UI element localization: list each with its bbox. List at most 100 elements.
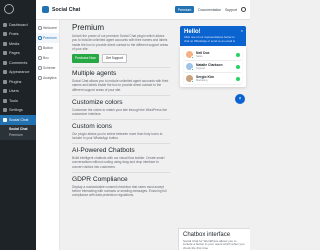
- sidebar-item-label: Users: [9, 89, 19, 94]
- menu-item-icon: [3, 32, 7, 37]
- page-title: Premium: [72, 23, 105, 32]
- plugin-nav-item[interactable]: Scheme: [36, 63, 59, 73]
- agent-card[interactable]: Natalie Clarkson Support: [184, 61, 242, 72]
- plugin-nav-item[interactable]: Button: [36, 43, 59, 53]
- menu-item-icon: [3, 22, 7, 27]
- section-divider: [72, 119, 170, 120]
- sidebar-item[interactable]: Users: [0, 87, 36, 97]
- section-title: Customize colors: [72, 98, 123, 106]
- premium-description: Unlock the power of our premium Social C…: [72, 34, 168, 51]
- menu-item-icon: [3, 41, 7, 46]
- purchase-button[interactable]: Purchase Now: [72, 54, 99, 63]
- premium-button[interactable]: Premium: [174, 6, 195, 13]
- plugin-nav-item[interactable]: Analytics: [36, 73, 59, 83]
- section-title: GDPR Compliance: [72, 175, 128, 183]
- wp-admin-sidebar: Dashboard Posts Media Pages Comments Appearan…: [0, 0, 36, 250]
- menu-item-icon: [3, 79, 7, 84]
- sidebar-item[interactable]: Settings: [0, 106, 36, 116]
- whatsapp-icon: [236, 52, 240, 57]
- online-status-icon: [191, 80, 194, 83]
- plugin-nav-item[interactable]: Premium: [36, 33, 59, 43]
- avatar: [186, 51, 194, 59]
- nav-item-icon: [38, 56, 42, 60]
- menu-item-icon: [3, 51, 7, 56]
- close-icon[interactable]: ×: [241, 28, 243, 33]
- sidebar-subitem[interactable]: Premium: [0, 132, 36, 139]
- plugin-nav-item[interactable]: Welcome: [36, 23, 59, 33]
- online-status-icon: [191, 56, 194, 59]
- chat-body: Neil Doe Sales Natalie Clarkson Support Serg…: [180, 46, 246, 87]
- section-title: Multiple agents: [72, 70, 117, 78]
- sidebar-item[interactable]: Tools: [0, 96, 36, 106]
- plugin-nav-label: Box: [43, 56, 49, 60]
- section-text: Our plugin allows you to select between …: [72, 131, 163, 141]
- support-link[interactable]: Support: [225, 8, 237, 12]
- section-divider: [72, 143, 170, 145]
- avatar: [186, 75, 194, 83]
- docs-link[interactable]: Documentation: [198, 8, 221, 12]
- plugin-nav-label: Premium: [43, 36, 57, 40]
- sidebar-item[interactable]: Plugins: [0, 77, 36, 87]
- sidebar-item-label: Pages: [9, 51, 20, 56]
- section-divider: [72, 66, 170, 68]
- nav-item-icon: [38, 36, 42, 40]
- chatbox-preview: Hello! Click one of our representatives …: [180, 26, 246, 88]
- social-chat-logo-icon: [42, 6, 49, 13]
- sidebar-item-label: Settings: [9, 108, 23, 113]
- menu-item-icon: [3, 70, 7, 75]
- section-title: AI-Powered Chatbots: [72, 147, 135, 155]
- section-title: Custom icons: [72, 122, 112, 130]
- sidebar-item-label: Media: [9, 41, 20, 46]
- agent-role: Support: [196, 67, 206, 70]
- plugin-nav-label: Scheme: [43, 66, 56, 70]
- chatbox-interface-card: Chatbox interface Social Chat for WordPr…: [178, 228, 250, 250]
- plugin-nav: Welcome Premium Button Box Scheme Analytics: [36, 20, 60, 250]
- sidebar-item[interactable]: Comments: [0, 58, 36, 68]
- plugin-nav-label: Welcome: [43, 26, 58, 30]
- agent-role: Marketing: [196, 79, 208, 82]
- card-text: Social Chat for WordPress allows you to …: [183, 238, 245, 250]
- sidebar-item[interactable]: Dashboard: [0, 20, 36, 30]
- sidebar-item[interactable]: Appearance: [0, 68, 36, 78]
- agent-info: Natalie Clarkson Support: [196, 63, 223, 70]
- chat-toggle-button[interactable]: ×: [235, 94, 245, 104]
- avatar: [186, 63, 194, 71]
- section-divider: [72, 95, 170, 96]
- whatsapp-icon: [236, 64, 240, 69]
- plugin-nav-label: Analytics: [43, 76, 57, 80]
- plugin-nav-label: Button: [43, 46, 53, 50]
- whatsapp-icon: [236, 76, 240, 81]
- premium-content: Premium Unlock the power of our premium …: [66, 20, 174, 250]
- menu-item-icon: [3, 89, 7, 94]
- sidebar-item-label: Comments: [9, 60, 28, 65]
- chat-subtitle: Click one of our representatives below t…: [184, 35, 236, 43]
- get-support-button[interactable]: Get Support: [101, 54, 127, 63]
- menu-item-icon: [3, 60, 7, 65]
- sidebar-item[interactable]: Pages: [0, 49, 36, 59]
- agent-role: Sales: [196, 55, 203, 58]
- agent-card[interactable]: Neil Doe Sales: [184, 49, 242, 60]
- plugin-nav-item[interactable]: Box: [36, 53, 59, 63]
- sidebar-item[interactable]: Posts: [0, 30, 36, 40]
- sidebar-item[interactable]: Social Chat: [0, 115, 36, 125]
- card-title: Chatbox interface: [183, 232, 231, 238]
- nav-item-icon: [38, 46, 42, 50]
- nav-item-icon: [38, 26, 42, 30]
- header-actions: Premium Documentation Support: [174, 6, 246, 13]
- section-text: Display a customizable consent checkbox …: [72, 184, 167, 198]
- section-divider: [72, 171, 170, 173]
- sidebar-item-label: Dashboard: [9, 22, 28, 27]
- agent-card[interactable]: Sergio Kim Marketing: [184, 73, 242, 84]
- wordpress-logo-icon[interactable]: [4, 4, 14, 14]
- sidebar-item-label: Social Chat: [9, 117, 29, 122]
- online-status-icon: [191, 68, 194, 71]
- sidebar-item[interactable]: Media: [0, 39, 36, 49]
- section-text: Customize the colors to match your site …: [72, 107, 168, 116]
- agent-info: Sergio Kim Marketing: [196, 75, 214, 82]
- sidebar-submenu: Social Chat Premium: [0, 124, 36, 140]
- sidebar-item-label: Tools: [9, 98, 18, 103]
- menu-item-icon: [3, 117, 7, 122]
- chat-header: Hello! Click one of our representatives …: [180, 26, 246, 46]
- menu-item-icon: [3, 98, 7, 103]
- gear-icon[interactable]: [241, 7, 246, 12]
